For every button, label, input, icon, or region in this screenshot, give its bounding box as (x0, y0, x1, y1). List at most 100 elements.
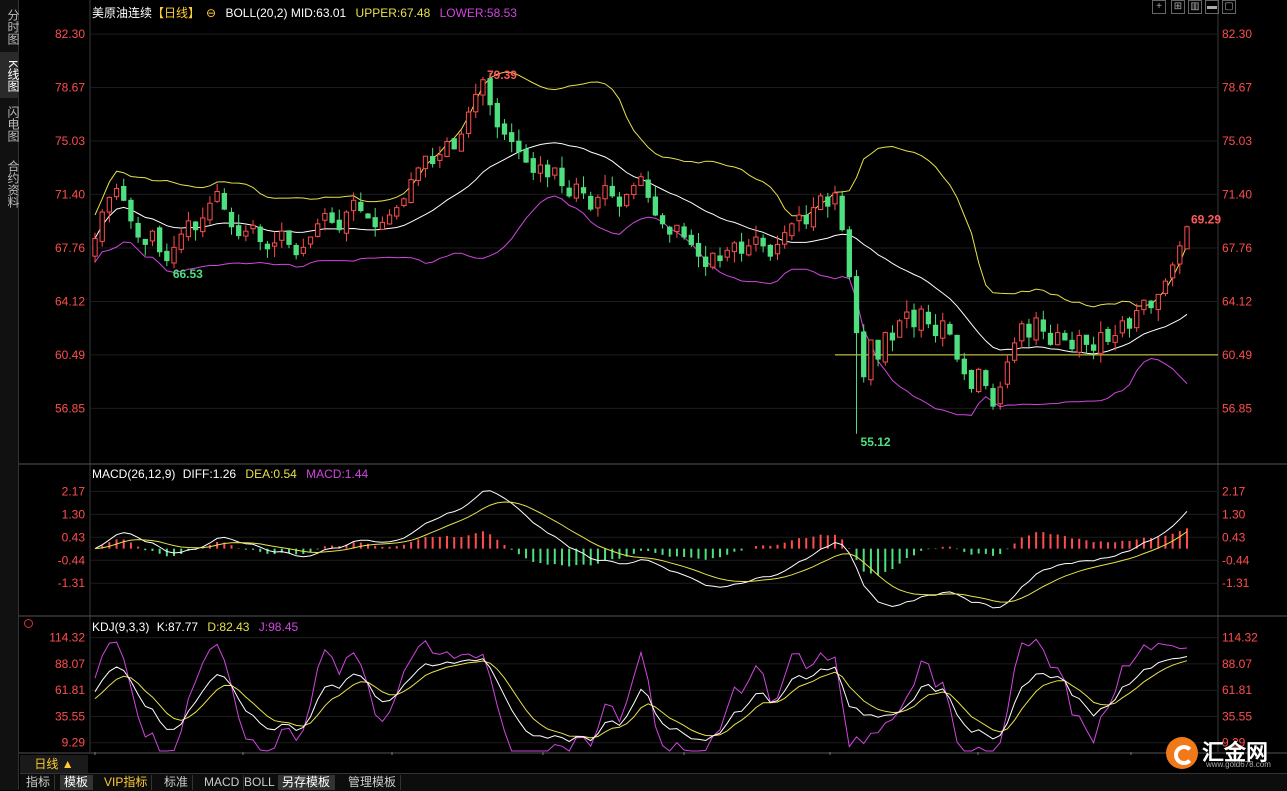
kdj-panel (94, 638, 1188, 752)
macd-tick-left: 0.43 (62, 530, 86, 544)
candle-body (645, 179, 651, 198)
candle-body (1169, 264, 1176, 279)
candle-body (1004, 361, 1011, 385)
candle-body (774, 243, 781, 255)
candle-body (365, 213, 371, 219)
candle-body (422, 155, 429, 170)
tab-lightning[interactable]: 闪电图 (0, 100, 20, 146)
tab-intraday[interactable]: 分时图 (0, 4, 20, 48)
candle-body (121, 185, 127, 201)
candle-body (264, 243, 271, 250)
candle-body (875, 339, 881, 360)
candle-body (1055, 332, 1061, 346)
maximize-icon[interactable]: ▢ (1222, 0, 1236, 14)
settings-icon[interactable]: ⊖ (206, 6, 216, 20)
candle-body (911, 309, 917, 328)
candle-body (487, 78, 493, 106)
tab-macd[interactable]: MACD (200, 775, 245, 790)
price-tick-right: 82.30 (1222, 27, 1252, 41)
candle-body (760, 237, 766, 247)
kdj-legend: KDJ(9,3,3) K:87.77 D:82.43 J:98.45 (92, 620, 304, 634)
candle-body (839, 195, 845, 231)
candle-body (458, 133, 465, 152)
logo-url: www.gold678.com (1206, 760, 1271, 769)
macd-dea: DEA:0.54 (245, 467, 297, 481)
candle-body (667, 226, 673, 235)
candle-body (681, 226, 687, 238)
candle-body (710, 252, 716, 268)
candle-body (1076, 335, 1082, 353)
chart-toggle-icon[interactable]: ▥ (1188, 0, 1202, 14)
candle-body (882, 332, 888, 363)
candle-body (853, 276, 860, 334)
tab-boll[interactable]: BOLL (240, 775, 280, 790)
candle-body (1011, 342, 1018, 361)
candle-body (889, 332, 896, 341)
candle-body (379, 221, 386, 230)
candle-body (394, 207, 400, 217)
candle-body (415, 167, 421, 181)
candle-body (990, 387, 996, 407)
zoom-icon[interactable]: ⊞ (1171, 0, 1185, 14)
candle-body (602, 185, 608, 200)
kdj-tick-left: 35.55 (55, 709, 85, 723)
candle-body (92, 238, 98, 257)
candle-body (537, 164, 544, 174)
candle-body (1098, 332, 1104, 354)
candle-body (724, 249, 730, 258)
macd-legend: MACD(26,12,9) DIFF:1.26 DEA:0.54 MACD:1.… (92, 467, 374, 481)
tab-save-template[interactable]: 另存模板 (278, 775, 336, 790)
candle-body (904, 311, 910, 319)
candle-body (106, 196, 113, 213)
price-tick-right: 71.40 (1222, 187, 1252, 201)
candle-body (552, 167, 558, 176)
chart-area[interactable]: 82.30 82.30 78.67 78.67 75.03 75.03 71.40 71.40… (19, 0, 1287, 755)
kdj-tick-right: 114.32 (1222, 631, 1258, 645)
candle-body (322, 213, 328, 221)
tab-vip-indicators[interactable]: VIP指标 (100, 775, 153, 790)
candle-body (178, 233, 184, 250)
minimize-icon[interactable]: ▬ (1205, 0, 1219, 14)
candle-body (810, 207, 817, 228)
kdj-k-line (94, 656, 1188, 743)
candle-body (430, 156, 436, 165)
candle-body (588, 195, 594, 210)
candle-body (501, 123, 508, 135)
candle-body (192, 221, 199, 231)
period-label: 【日线】 (152, 6, 201, 20)
candle-body (437, 154, 443, 161)
tab-indicators[interactable]: 指标 (22, 775, 56, 790)
boll-lower: LOWER:58.53 (439, 6, 517, 20)
indicator-settings-icon[interactable] (24, 619, 33, 628)
candle-body (372, 217, 378, 228)
tab-manage-templates[interactable]: 管理模板 (344, 775, 402, 790)
candle-body (336, 219, 342, 231)
price-tick-left: 64.12 (55, 294, 85, 308)
candle-body (595, 196, 601, 209)
candle-body (1033, 317, 1039, 341)
crosshair-icon[interactable]: + (1152, 0, 1166, 14)
candle-body (1090, 344, 1097, 351)
candle-body (286, 230, 292, 245)
macd-diff: DIFF:1.26 (182, 467, 237, 481)
candle-body (149, 230, 156, 242)
candle-body (817, 195, 824, 211)
sidebar: 分时图 K线图 闪电图 合约资料 (0, 0, 20, 790)
tab-templates[interactable]: 模板 (60, 775, 94, 790)
candle-body (1155, 293, 1161, 311)
period-selector-button[interactable]: 日线 ▲ (20, 755, 88, 773)
candle-body (473, 93, 479, 113)
kdj-k: K:87.77 (156, 620, 199, 634)
logo-icon (1166, 737, 1198, 769)
candle-body (717, 255, 723, 262)
tab-standard[interactable]: 标准 (160, 775, 194, 790)
candle-body (559, 167, 565, 187)
tab-contract-info[interactable]: 合约资料 (0, 154, 20, 212)
candle-body (401, 198, 407, 207)
candle-body (236, 225, 242, 237)
tab-kline[interactable]: K线图 (0, 52, 20, 98)
kdj-j-line (94, 638, 1188, 752)
candle-body (200, 217, 206, 233)
candle-body (494, 102, 500, 128)
candle-body (652, 196, 659, 216)
